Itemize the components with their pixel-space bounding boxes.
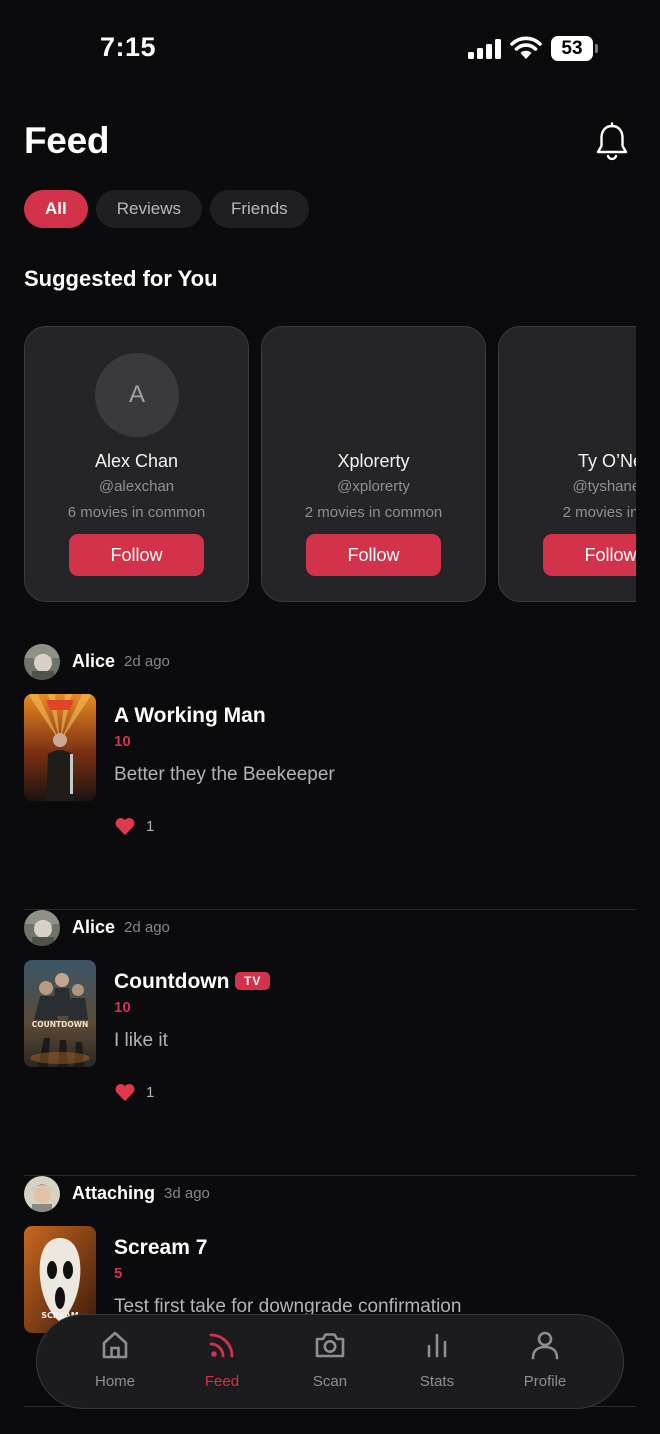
suggested-user-handle: @alexchan (98, 478, 175, 495)
like-button[interactable]: 1 (114, 816, 154, 836)
rss-feed-icon (209, 1333, 234, 1358)
follow-button[interactable]: Follow (306, 534, 441, 576)
movie-poster[interactable] (24, 694, 96, 801)
tab-label: Stats (419, 1373, 455, 1390)
suggested-user-handle: @tyshaneo (572, 478, 636, 495)
suggested-user-name: Xplorerty (337, 451, 410, 471)
suggested-user-name: Alex Chan (94, 451, 179, 471)
wifi-icon (510, 36, 542, 59)
movies-in-common: 2 movies in co (562, 504, 636, 521)
suggested-user-handle: @xplorerty (337, 478, 410, 495)
movie-title[interactable]: Scream 7 (114, 1236, 207, 1260)
feed-timestamp: 2d ago (124, 653, 170, 670)
filter-friends[interactable]: Friends (209, 190, 309, 228)
feed-user-name[interactable]: Attaching (72, 1183, 155, 1204)
battery-level: 53 (551, 36, 593, 61)
filter-all[interactable]: All (24, 190, 88, 228)
tab-label: Profile (523, 1373, 567, 1390)
like-count: 1 (146, 817, 155, 835)
movie-title[interactable]: Countdown (114, 970, 229, 994)
feed-timestamp: 3d ago (164, 1185, 210, 1202)
movies-in-common: 2 movies in common (304, 504, 443, 521)
suggested-user-name: Ty O’Ne (577, 451, 636, 471)
tab-label: Scan (312, 1373, 348, 1390)
follow-button[interactable]: Follow (69, 534, 204, 576)
page-title: Feed (24, 120, 110, 161)
movie-rating: 5 (114, 1265, 123, 1282)
tv-badge: TV (235, 972, 271, 990)
camera-icon (315, 1333, 345, 1358)
review-text: Better they the Beekeeper (114, 764, 335, 785)
tab-home[interactable]: Home (65, 1315, 165, 1410)
feed-user-name[interactable]: Alice (72, 917, 115, 938)
cellular-signal-icon (468, 39, 502, 59)
movies-in-common: 6 movies in common (67, 504, 206, 521)
tab-label: Feed (204, 1373, 240, 1390)
tab-stats[interactable]: Stats (387, 1315, 487, 1410)
movie-rating: 10 (114, 733, 131, 750)
avatar: A (95, 353, 179, 437)
suggested-user-card[interactable]: Xplorerty @xplorerty 2 movies in common … (261, 326, 486, 602)
suggested-user-card[interactable]: A Alex Chan @alexchan 6 movies in common… (24, 326, 249, 602)
suggested-user-card[interactable]: Ty O’Ne @tyshaneo 2 movies in co Follow (498, 326, 636, 602)
home-icon (102, 1331, 128, 1359)
filter-reviews[interactable]: Reviews (95, 190, 202, 228)
suggested-users-carousel[interactable]: A Alex Chan @alexchan 6 movies in common… (24, 326, 636, 602)
bar-chart-icon (427, 1333, 447, 1358)
heart-icon (115, 1084, 135, 1102)
user-avatar[interactable] (24, 910, 60, 946)
status-bar: 7:15 53 (0, 0, 660, 96)
filter-chips: All Reviews Friends (24, 190, 309, 228)
like-button[interactable]: 1 (114, 1082, 154, 1102)
battery-icon: 53 (551, 36, 599, 61)
feed-item[interactable]: Alice 2d ago A Working Man 10 Better the… (24, 644, 636, 910)
movie-title[interactable]: A Working Man (114, 704, 266, 728)
heart-icon (115, 818, 135, 836)
user-avatar[interactable] (24, 1176, 60, 1212)
suggested-section-title: Suggested for You (24, 266, 218, 291)
movie-rating: 10 (114, 999, 131, 1016)
bottom-tab-bar: Home Feed Scan Stats Profile (36, 1314, 624, 1409)
review-text: I like it (114, 1030, 168, 1051)
tab-label: Home (94, 1373, 135, 1390)
status-time: 7:15 (100, 32, 157, 62)
follow-button[interactable]: Follow (543, 534, 636, 576)
notifications-bell-icon[interactable] (594, 122, 630, 162)
tab-feed[interactable]: Feed (172, 1315, 272, 1410)
user-avatar[interactable] (24, 644, 60, 680)
feed-item[interactable]: Alice 2d ago COUNTDOWN Countdown TV 10 I… (24, 910, 636, 1176)
tab-scan[interactable]: Scan (280, 1315, 380, 1410)
like-count: 1 (146, 1083, 155, 1101)
poster-title-text: COUNTDOWN (32, 1020, 89, 1029)
tab-profile[interactable]: Profile (495, 1315, 595, 1410)
feed-user-name[interactable]: Alice (72, 651, 115, 672)
person-icon (531, 1331, 559, 1360)
feed-timestamp: 2d ago (124, 919, 170, 936)
movie-poster[interactable]: COUNTDOWN (24, 960, 96, 1067)
